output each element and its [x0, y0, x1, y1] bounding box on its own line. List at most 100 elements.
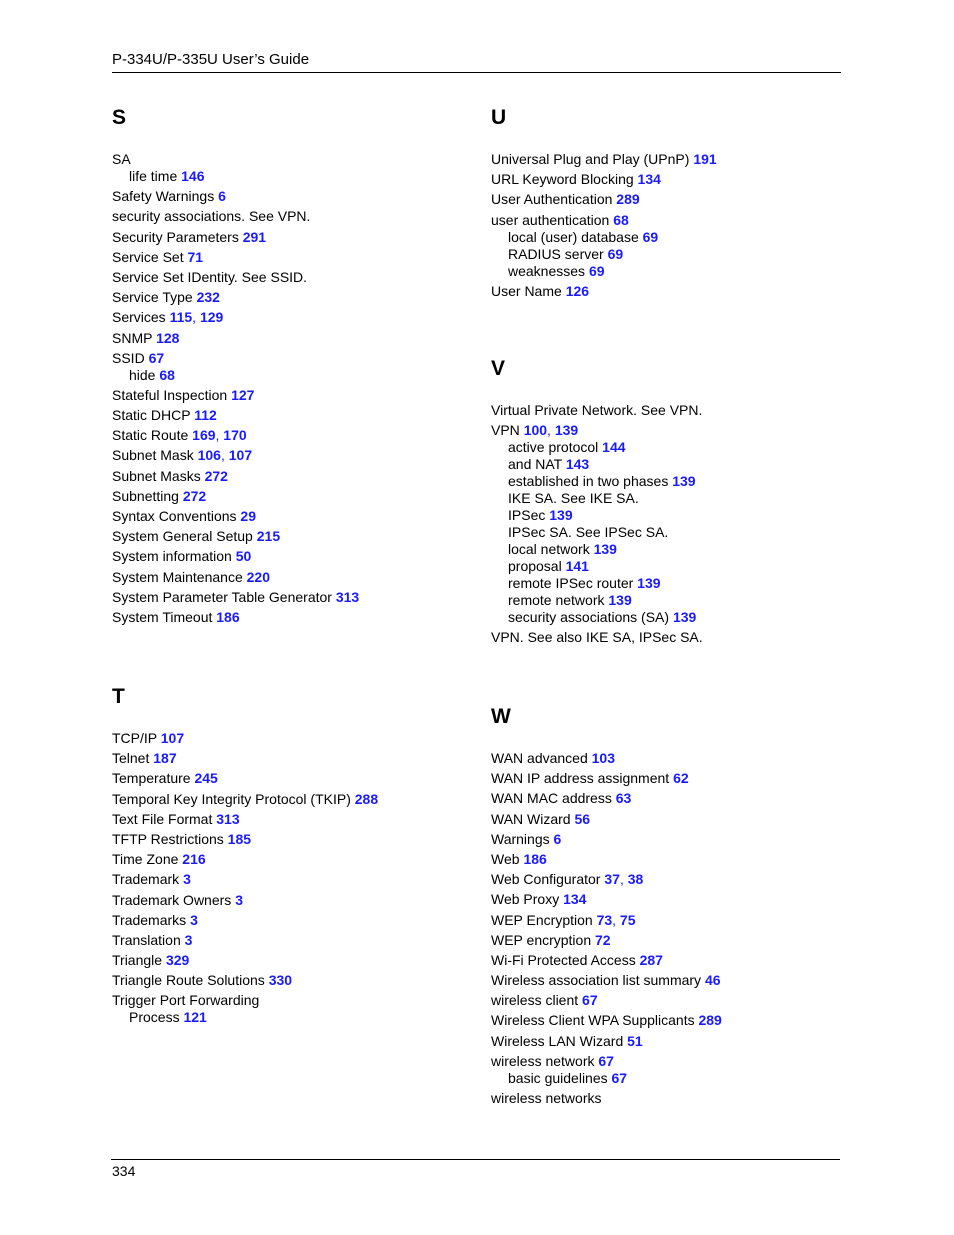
page-link[interactable]: 121 — [183, 1009, 206, 1025]
page-link[interactable]: 51 — [627, 1033, 643, 1049]
entry-term: Wireless LAN Wizard — [491, 1032, 624, 1049]
page-link[interactable]: 185 — [228, 831, 251, 847]
page-link[interactable]: 56 — [574, 811, 590, 827]
page-link[interactable]: 127 — [231, 387, 254, 403]
entry-term: Services — [112, 309, 166, 326]
entry-term: IKE SA. See IKE SA. — [508, 490, 639, 507]
page-link[interactable]: 330 — [269, 972, 292, 988]
page-link[interactable]: 68 — [159, 367, 175, 383]
page-link[interactable]: 313 — [216, 811, 239, 827]
entry-term: VPN — [491, 422, 520, 439]
page-link[interactable]: 50 — [236, 548, 252, 564]
entry-term: Translation — [112, 931, 181, 948]
page-link[interactable]: 129 — [200, 309, 223, 325]
page-link[interactable]: 146 — [181, 168, 204, 184]
index-entry: Web 186 — [491, 851, 722, 868]
index-subentry: local network 139 — [491, 541, 703, 558]
page-link[interactable]: 3 — [183, 871, 191, 887]
page-link[interactable]: 191 — [693, 151, 716, 167]
page-link[interactable]: 62 — [673, 770, 689, 786]
page-link[interactable]: 187 — [153, 750, 176, 766]
index-entry: Wi-Fi Protected Access 287 — [491, 952, 722, 969]
page-link[interactable]: 272 — [183, 488, 206, 504]
page-separator: , — [220, 447, 229, 464]
page-link[interactable]: 169 — [192, 427, 215, 443]
entry-term: Wireless Client WPA Supplicants — [491, 1012, 695, 1029]
page-link[interactable]: 134 — [563, 891, 586, 907]
index-entry: Wireless Client WPA Supplicants 289 — [491, 1012, 722, 1029]
page-link[interactable]: 3 — [190, 912, 198, 928]
page-link[interactable]: 67 — [598, 1053, 614, 1069]
page-link[interactable]: 289 — [616, 191, 639, 207]
index-entry: Virtual Private Network. See VPN. — [491, 402, 703, 419]
page-link[interactable]: 68 — [613, 212, 629, 228]
page-link[interactable]: 186 — [216, 609, 239, 625]
index-entry: TCP/IP 107 — [112, 730, 378, 747]
page-link[interactable]: 107 — [229, 447, 252, 463]
page-link[interactable]: 67 — [582, 992, 598, 1008]
index-subentry: active protocol 144 — [491, 439, 703, 456]
page-link[interactable]: 287 — [640, 952, 663, 968]
page-link[interactable]: 73 — [597, 912, 613, 928]
page-link[interactable]: 71 — [187, 249, 203, 265]
page-link[interactable]: 170 — [223, 427, 246, 443]
entry-term: Web — [491, 850, 520, 867]
page-link[interactable]: 291 — [243, 229, 266, 245]
page-link[interactable]: 69 — [589, 263, 605, 279]
page-link[interactable]: 112 — [194, 407, 217, 423]
page-link[interactable]: 38 — [628, 871, 644, 887]
page-link[interactable]: 288 — [355, 791, 378, 807]
page-link[interactable]: 6 — [218, 188, 226, 204]
page-link[interactable]: 329 — [166, 952, 189, 968]
page-link[interactable]: 106 — [198, 447, 221, 463]
page-link[interactable]: 3 — [185, 932, 193, 948]
page-link[interactable]: 67 — [612, 1070, 628, 1086]
page-link[interactable]: 126 — [566, 283, 589, 299]
entry-term: SNMP — [112, 329, 153, 346]
page-link[interactable]: 139 — [608, 592, 631, 608]
page-link[interactable]: 139 — [673, 609, 696, 625]
entry-term: wireless networks — [491, 1090, 602, 1106]
page-link[interactable]: 139 — [594, 541, 617, 557]
page-link[interactable]: 6 — [554, 831, 562, 847]
page-link[interactable]: 141 — [566, 558, 589, 574]
page-link[interactable]: 186 — [523, 851, 546, 867]
index-entry: WAN MAC address 63 — [491, 790, 722, 807]
page-link[interactable]: 107 — [161, 730, 184, 746]
page-link[interactable]: 139 — [555, 422, 578, 438]
entry-term: proposal — [508, 558, 562, 575]
page-link[interactable]: 139 — [549, 507, 572, 523]
page-link[interactable]: 37 — [604, 871, 620, 887]
page-link[interactable]: 313 — [336, 589, 359, 605]
entry-term: IPSec — [508, 507, 546, 524]
page-link[interactable]: 75 — [620, 912, 636, 928]
page-link[interactable]: 29 — [240, 508, 256, 524]
page-link[interactable]: 3 — [235, 892, 243, 908]
page-link[interactable]: 215 — [257, 528, 280, 544]
page-link[interactable]: 245 — [194, 770, 217, 786]
page-link[interactable]: 115 — [170, 309, 193, 325]
index-entry: User Name 126 — [491, 283, 717, 300]
page-link[interactable]: 67 — [149, 350, 165, 366]
page-link[interactable]: 144 — [602, 439, 625, 455]
page-link[interactable]: 100 — [524, 422, 547, 438]
index-subentry: established in two phases 139 — [491, 473, 703, 490]
entry-term: Time Zone — [112, 851, 179, 868]
page-link[interactable]: 69 — [608, 246, 624, 262]
page-link[interactable]: 272 — [205, 468, 228, 484]
page-link[interactable]: 63 — [616, 790, 632, 806]
page-link[interactable]: 232 — [197, 289, 220, 305]
page-link[interactable]: 220 — [247, 569, 270, 585]
page-link[interactable]: 143 — [566, 456, 589, 472]
page-link[interactable]: 72 — [595, 932, 611, 948]
page-link[interactable]: 46 — [705, 972, 721, 988]
page-link[interactable]: 139 — [637, 575, 660, 591]
entry-term: WEP Encryption — [491, 911, 593, 928]
page-link[interactable]: 69 — [643, 229, 659, 245]
page-link[interactable]: 139 — [672, 473, 695, 489]
page-link[interactable]: 289 — [698, 1012, 721, 1028]
page-link[interactable]: 103 — [592, 750, 615, 766]
page-link[interactable]: 216 — [182, 851, 205, 867]
page-link[interactable]: 134 — [638, 171, 661, 187]
page-link[interactable]: 128 — [156, 330, 179, 346]
